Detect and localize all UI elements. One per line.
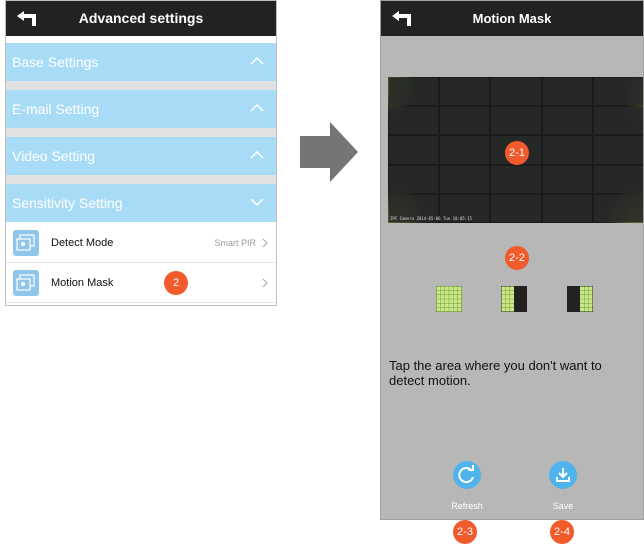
save-icon [556,468,570,482]
section-label: E-mail Setting [12,101,100,117]
mask-grid-cell[interactable] [440,165,490,193]
callout-badge-2-3: 2-3 [453,520,477,544]
refresh-icon [458,465,474,484]
chevron-up-icon [250,56,264,65]
divider [6,128,276,137]
divider [6,175,276,184]
section-label: Video Setting [12,148,96,164]
mask-grid-cell[interactable] [542,165,592,193]
mask-grid-cell[interactable] [593,107,643,135]
row-label: Motion Mask [51,277,114,289]
mask-grid-cell[interactable] [491,78,541,106]
section-label: Base Settings [12,54,99,70]
section-email-setting[interactable]: E-mail Setting [6,90,276,128]
mask-grid-cell[interactable] [389,136,439,164]
top-bar: Motion Mask [381,1,643,36]
mask-grid-cell[interactable] [542,107,592,135]
refresh-label: Refresh [451,501,483,511]
mask-grid-cell[interactable] [389,78,439,106]
select-right-half-icon[interactable] [567,286,593,312]
instruction-text: Tap the area where you don't want to det… [389,358,602,388]
advanced-settings-screen: Advanced settings Base Settings E-mail S… [5,0,277,306]
mask-grid-cell[interactable] [440,78,490,106]
chevron-right-icon [262,278,268,288]
mask-grid-cell[interactable] [491,107,541,135]
callout-badge-2-4: 2-4 [550,520,574,544]
save-button[interactable] [549,461,577,489]
detect-mode-icon [13,230,39,256]
mask-grid-cell[interactable] [491,165,541,193]
callout-badge-2-2: 2-2 [505,246,529,270]
select-left-half-icon[interactable] [501,286,527,312]
row-label: Detect Mode [51,237,114,249]
motion-mask-icon [13,270,39,296]
chevron-down-icon [250,198,264,207]
chevron-right-icon [262,238,268,248]
mask-grid-cell[interactable] [593,136,643,164]
mask-grid-cell[interactable] [389,107,439,135]
camera-timestamp: IPC Camera 2014-05-06 Tue 10:05:15 [390,216,472,221]
mask-grid-cell[interactable] [491,194,541,222]
divider [6,81,276,90]
section-base-settings[interactable]: Base Settings [6,43,276,81]
row-detect-mode[interactable]: Detect Mode Smart PIR [6,224,276,263]
chevron-up-icon [250,103,264,112]
mask-grid-cell[interactable] [593,165,643,193]
camera-preview-grid[interactable]: IPC Camera 2014-05-06 Tue 10:05:15 2-1 [388,77,643,223]
row-value: Smart PIR [214,238,256,248]
page-title: Motion Mask [472,11,552,26]
save-label: Save [552,501,574,511]
page-title: Advanced settings [78,10,204,26]
mask-grid-cell[interactable] [542,78,592,106]
mask-grid-cell[interactable] [542,194,592,222]
section-video-setting[interactable]: Video Setting [6,137,276,175]
row-motion-mask[interactable]: Motion Mask 2 [6,264,276,303]
section-sensitivity-setting[interactable]: Sensitivity Setting [6,184,276,222]
select-all-icon[interactable] [436,286,462,312]
mask-grid-cell[interactable] [440,107,490,135]
refresh-button[interactable] [453,461,481,489]
mask-grid-cell[interactable] [542,136,592,164]
mask-grid-cell[interactable] [593,194,643,222]
mask-grid-cell[interactable] [440,136,490,164]
mask-grid-cell[interactable] [593,78,643,106]
motion-mask-screen: Motion Mask IPC Camera 2014-05-06 Tue 10… [380,0,644,520]
section-label: Sensitivity Setting [12,195,123,211]
top-bar: Advanced settings [6,1,276,36]
flow-arrow-icon [300,122,358,182]
callout-badge-2: 2 [164,271,188,295]
chevron-up-icon [250,150,264,159]
mask-grid-cell[interactable] [389,165,439,193]
callout-badge-2-1: 2-1 [505,141,529,165]
